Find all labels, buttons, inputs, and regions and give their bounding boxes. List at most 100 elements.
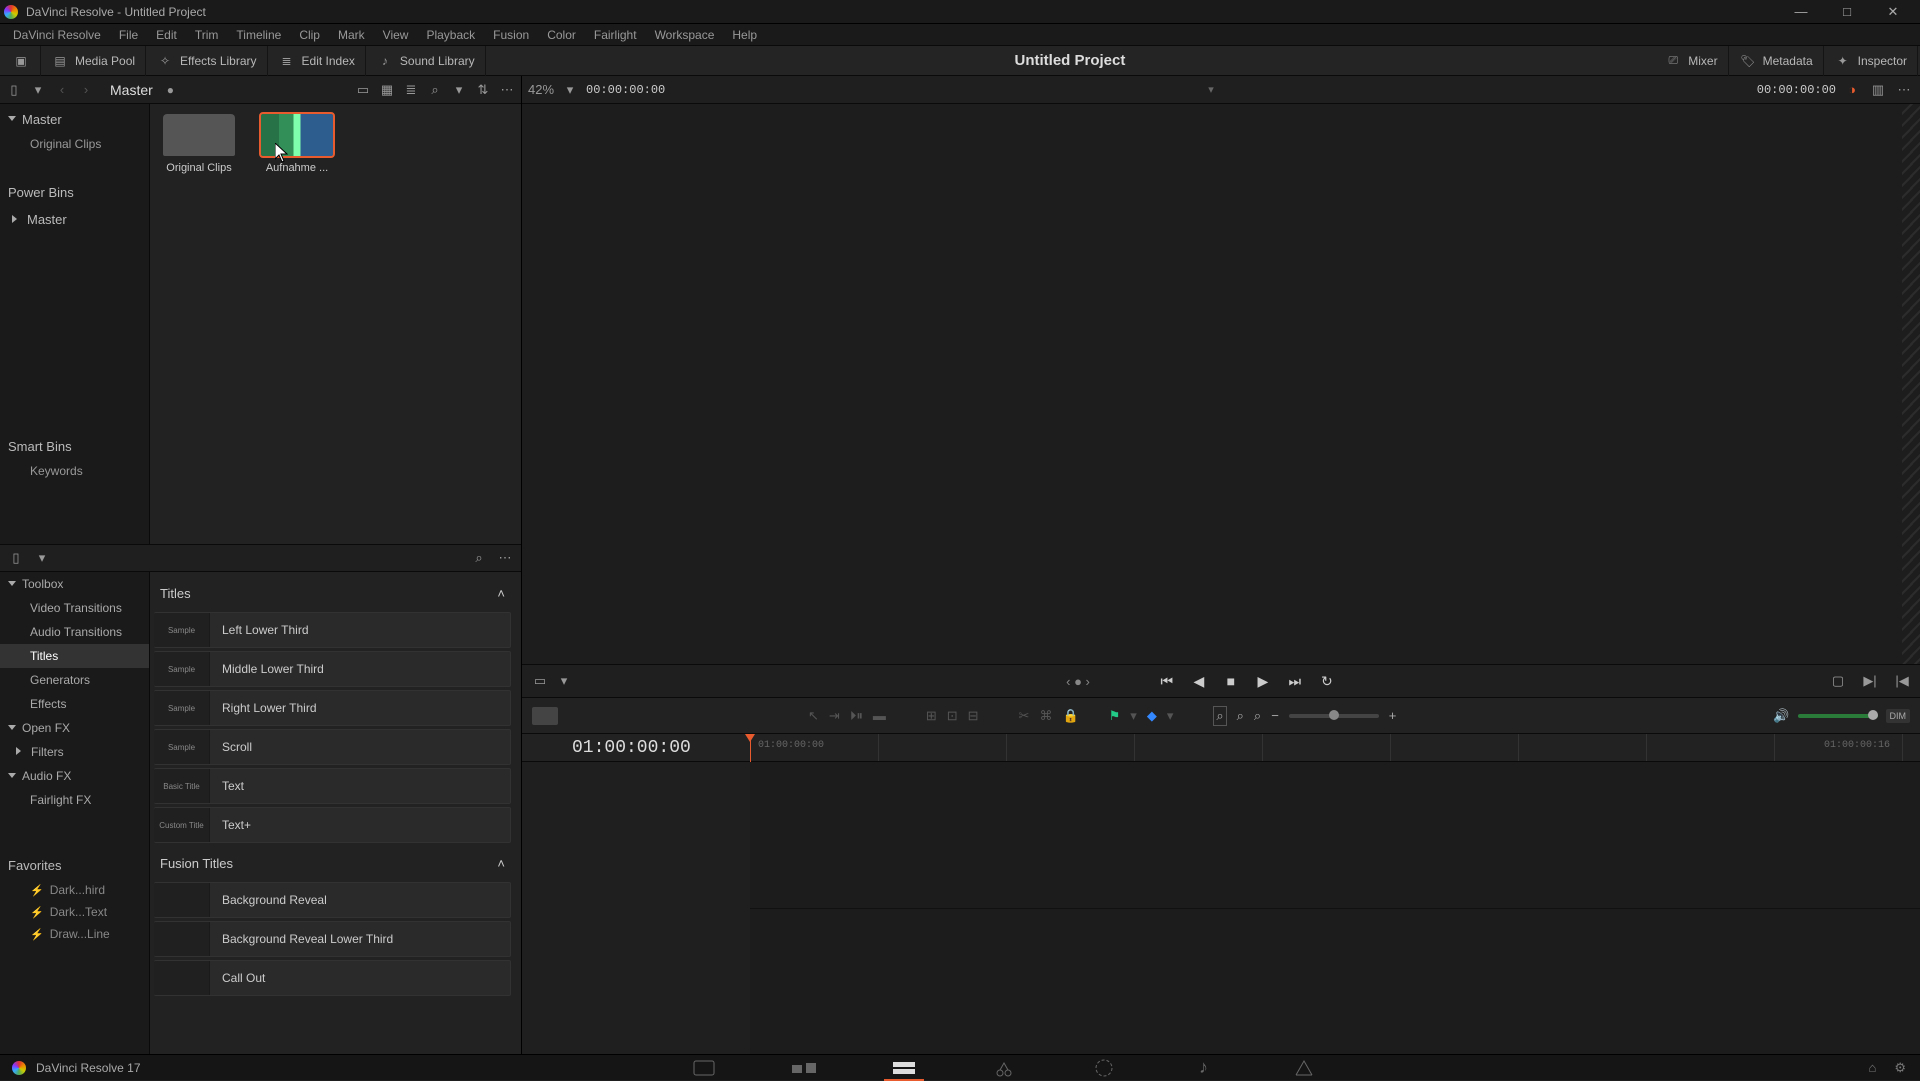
marker-icon[interactable]: ◆ bbox=[1147, 708, 1157, 724]
title-item[interactable]: SampleLeft Lower Third bbox=[154, 612, 511, 648]
menu-mark[interactable]: Mark bbox=[329, 28, 374, 42]
bin-path[interactable]: Master bbox=[110, 82, 153, 98]
fx-generators[interactable]: Generators bbox=[0, 668, 149, 692]
title-item[interactable]: Background Reveal Lower Third bbox=[154, 921, 511, 957]
fx-fav-0[interactable]: ⚡Dark...hird bbox=[0, 879, 149, 901]
play-button[interactable]: ▶ bbox=[1254, 672, 1272, 690]
title-item[interactable]: SampleScroll bbox=[154, 729, 511, 765]
fx-search-icon[interactable]: ⌕ bbox=[469, 548, 489, 568]
pool-sort-icon[interactable]: ⇅ bbox=[473, 80, 493, 100]
page-media[interactable] bbox=[674, 1055, 734, 1081]
bin-original-clips[interactable]: Original Clips bbox=[0, 133, 149, 155]
window-minimize-button[interactable]: — bbox=[1778, 0, 1824, 24]
title-item[interactable]: Background Reveal bbox=[154, 882, 511, 918]
menu-playback[interactable]: Playback bbox=[417, 28, 484, 42]
ruler-ticks[interactable] bbox=[750, 734, 1920, 761]
fx-favorites[interactable]: Favorites bbox=[0, 852, 149, 879]
link-icon[interactable]: ⌘ bbox=[1039, 708, 1052, 724]
loop-button[interactable]: ↻ bbox=[1318, 672, 1336, 690]
zoom-slider[interactable] bbox=[1289, 714, 1379, 718]
source-tc[interactable]: 00:00:00:00 bbox=[586, 83, 665, 97]
zoom-out-icon[interactable]: − bbox=[1271, 708, 1279, 723]
go-first-button[interactable]: ⏮ bbox=[1158, 672, 1176, 690]
menu-davinci-resolve[interactable]: DaVinci Resolve bbox=[4, 28, 110, 42]
fx-effects[interactable]: Effects bbox=[0, 692, 149, 716]
lock-icon[interactable]: 🔒 bbox=[1062, 708, 1078, 724]
view-mode-dropdown-icon[interactable]: ▾ bbox=[554, 671, 574, 691]
menu-color[interactable]: Color bbox=[538, 28, 585, 42]
media-pool-button[interactable]: ▤Media Pool bbox=[41, 46, 146, 76]
bin-keywords[interactable]: Keywords bbox=[0, 460, 149, 482]
match-frame-icon[interactable]: ‹ ● › bbox=[1066, 674, 1090, 689]
bin-list-toggle-icon[interactable]: ▯ bbox=[4, 80, 24, 100]
fx-toolbox[interactable]: Toolbox bbox=[0, 572, 149, 596]
record-tc[interactable]: 00:00:00:00 bbox=[1757, 83, 1836, 97]
viewer-canvas[interactable] bbox=[522, 104, 1920, 664]
zoom-pct-label[interactable]: 42% bbox=[528, 80, 554, 100]
flag-dropdown-icon[interactable]: ▾ bbox=[1130, 708, 1137, 724]
timeline-view-options-icon[interactable] bbox=[532, 707, 558, 725]
zoom-dropdown-icon[interactable]: ▾ bbox=[560, 80, 580, 100]
fx-section-fusion-titles[interactable]: Fusion Titles˄ bbox=[154, 846, 511, 879]
page-cut[interactable] bbox=[774, 1055, 834, 1081]
nav-back-icon[interactable]: ‹ bbox=[52, 80, 72, 100]
fx-fav-2[interactable]: ⚡Draw...Line bbox=[0, 923, 149, 945]
home-button[interactable]: ⌂ bbox=[1868, 1060, 1876, 1076]
zoom-toggle-icon[interactable]: ⌕ bbox=[1213, 706, 1226, 726]
window-maximize-button[interactable]: □ bbox=[1824, 0, 1870, 24]
page-fairlight[interactable]: ♪ bbox=[1174, 1055, 1234, 1081]
menu-workspace[interactable]: Workspace bbox=[646, 28, 724, 42]
timeline-panel[interactable]: 01:00:00:00 01:00:00:00 01:00:00:16 bbox=[522, 734, 1920, 1054]
nav-forward-icon[interactable]: › bbox=[76, 80, 96, 100]
menu-timeline[interactable]: Timeline bbox=[227, 28, 290, 42]
fx-audio-transitions[interactable]: Audio Transitions bbox=[0, 620, 149, 644]
viewer-more-icon[interactable]: ⋯ bbox=[1894, 80, 1914, 100]
page-deliver[interactable] bbox=[1274, 1055, 1334, 1081]
title-item[interactable]: Custom TitleText+ bbox=[154, 807, 511, 843]
blade-tool-icon[interactable]: ▬ bbox=[873, 708, 886, 723]
window-close-button[interactable]: ✕ bbox=[1870, 0, 1916, 24]
fx-filters[interactable]: Filters bbox=[0, 740, 149, 764]
prev-frame-button[interactable]: ◀ bbox=[1190, 672, 1208, 690]
menu-file[interactable]: File bbox=[110, 28, 147, 42]
fx-dropdown-icon[interactable]: ▾ bbox=[32, 548, 52, 568]
fx-titles[interactable]: Titles bbox=[0, 644, 149, 668]
view-mode-icon[interactable]: ▭ bbox=[530, 671, 550, 691]
sound-library-button[interactable]: ♪Sound Library bbox=[366, 46, 486, 76]
panel-layout-button[interactable]: ▣ bbox=[2, 46, 41, 76]
trim-tool-icon[interactable]: ⇥ bbox=[829, 708, 840, 724]
title-item[interactable]: Basic TitleText bbox=[154, 768, 511, 804]
arrow-tool-icon[interactable]: ↖ bbox=[808, 708, 819, 724]
fx-video-transitions[interactable]: Video Transitions bbox=[0, 596, 149, 620]
overwrite-clip-icon[interactable]: ⊡ bbox=[947, 708, 958, 724]
clip-folder-original-clips[interactable]: Original Clips bbox=[160, 114, 238, 174]
flag-icon[interactable]: ⚑ bbox=[1109, 708, 1121, 724]
dim-button[interactable]: DIM bbox=[1886, 709, 1911, 723]
viewer-dropdown[interactable]: ▾ bbox=[671, 83, 1751, 96]
pool-dropdown-icon[interactable]: ▾ bbox=[28, 80, 48, 100]
pool-more-icon[interactable]: ⋯ bbox=[497, 80, 517, 100]
volume-icon[interactable]: 🔊 bbox=[1773, 708, 1789, 724]
mixer-button[interactable]: ⎚Mixer bbox=[1654, 46, 1728, 76]
marker-dropdown-icon[interactable]: ▾ bbox=[1167, 708, 1174, 724]
bypass-color-icon[interactable]: ◑ bbox=[1842, 80, 1862, 100]
page-fusion[interactable] bbox=[974, 1055, 1034, 1081]
timeline-tracks[interactable] bbox=[522, 762, 1920, 1054]
edit-index-button[interactable]: ≣Edit Index bbox=[268, 46, 366, 76]
fx-audio-fx[interactable]: Audio FX bbox=[0, 764, 149, 788]
zoom-detail-icon[interactable]: ⌕ bbox=[1254, 708, 1261, 724]
bin-smart-bins[interactable]: Smart Bins bbox=[0, 433, 149, 460]
next-edit-icon[interactable]: ▶| bbox=[1860, 671, 1880, 691]
title-item[interactable]: SampleMiddle Lower Third bbox=[154, 651, 511, 687]
fx-fav-1[interactable]: ⚡Dark...Text bbox=[0, 901, 149, 923]
page-color[interactable] bbox=[1074, 1055, 1134, 1081]
project-settings-button[interactable]: ⚙ bbox=[1894, 1060, 1906, 1076]
razor-icon[interactable]: ✂ bbox=[1019, 708, 1030, 724]
clips-grid[interactable]: Original Clips Aufnahme ... bbox=[150, 104, 521, 544]
stop-button[interactable]: ■ bbox=[1222, 672, 1240, 690]
collapse-icon[interactable]: ˄ bbox=[497, 856, 505, 871]
title-item[interactable]: SampleRight Lower Third bbox=[154, 690, 511, 726]
timeline-ruler[interactable]: 01:00:00:00 01:00:00:00 01:00:00:16 bbox=[522, 734, 1920, 762]
view-strip-icon[interactable]: ▭ bbox=[353, 80, 373, 100]
dynamic-trim-icon[interactable]: ⏵⏸ bbox=[850, 708, 863, 724]
